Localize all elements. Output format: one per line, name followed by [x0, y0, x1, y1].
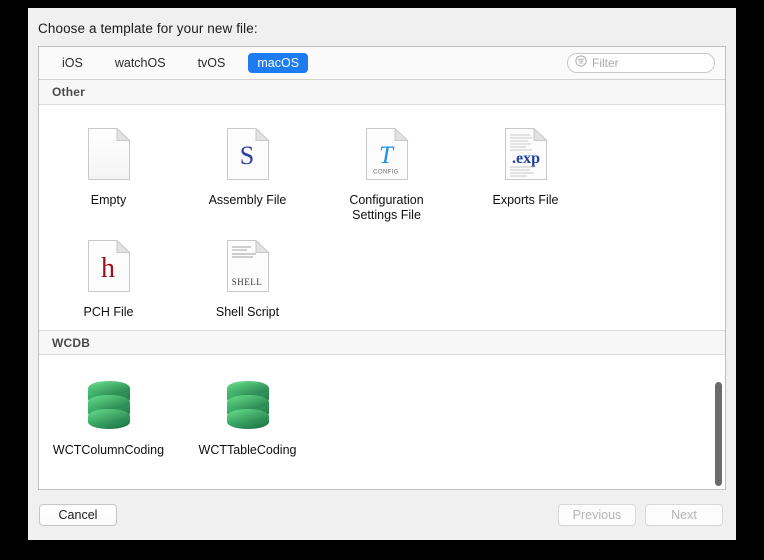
assembly-file-icon: S	[221, 123, 275, 185]
template-browser: iOS watchOS tvOS macOS Filter	[38, 46, 726, 490]
page-title: Choose a template for your new file:	[38, 21, 736, 36]
cancel-button[interactable]: Cancel	[39, 504, 117, 526]
template-item-label: PCH File	[53, 305, 165, 320]
dialog-title-row: Choose a template for your new file:	[28, 8, 736, 46]
template-item-label: Configuration Settings File	[331, 193, 443, 223]
template-grid-other: Empty S Assembly File	[39, 105, 725, 330]
new-file-template-dialog: Choose a template for your new file: iOS…	[28, 8, 736, 540]
database-icon	[82, 373, 136, 435]
section-header-wcdb: WCDB	[39, 330, 725, 355]
template-grid-wcdb: WCTColumnCoding WC	[39, 355, 725, 468]
filter-icon	[575, 54, 587, 72]
svg-text:SHELL: SHELL	[231, 277, 262, 287]
database-icon	[221, 373, 275, 435]
exports-file-icon: .exp	[499, 123, 553, 185]
template-item-label: Exports File	[470, 193, 582, 208]
template-item-empty[interactable]: Empty	[39, 111, 178, 223]
svg-text:.exp: .exp	[512, 150, 540, 167]
scrollbar-thumb[interactable]	[715, 382, 722, 486]
svg-text:h: h	[101, 253, 115, 284]
next-button[interactable]: Next	[645, 504, 723, 526]
template-item-configuration-settings-file[interactable]: T CONFIG Configuration Settings File	[317, 111, 456, 223]
template-item-wcttablecoding[interactable]: WCTTableCoding	[178, 361, 317, 458]
template-item-wctcolumncoding[interactable]: WCTColumnCoding	[39, 361, 178, 458]
tab-macos[interactable]: macOS	[248, 53, 308, 73]
shell-script-icon: SHELL	[221, 235, 275, 297]
template-scroll-area[interactable]: Other	[39, 80, 725, 489]
template-item-label: WCTColumnCoding	[53, 443, 165, 458]
dialog-footer: Cancel Previous Next	[28, 490, 736, 540]
template-item-label: Shell Script	[192, 305, 304, 320]
configuration-settings-file-icon: T CONFIG	[360, 123, 414, 185]
svg-text:T: T	[379, 142, 395, 169]
template-item-label: Assembly File	[192, 193, 304, 208]
vertical-scrollbar[interactable]	[714, 82, 723, 487]
template-item-label: Empty	[53, 193, 165, 208]
empty-file-icon	[82, 123, 136, 185]
tab-watchos[interactable]: watchOS	[106, 53, 175, 73]
previous-button[interactable]: Previous	[558, 504, 636, 526]
pch-file-icon: h	[82, 235, 136, 297]
tab-tvos[interactable]: tvOS	[189, 53, 235, 73]
template-item-pch-file[interactable]: h PCH File	[39, 223, 178, 320]
svg-text:S: S	[239, 141, 253, 170]
template-item-assembly-file[interactable]: S Assembly File	[178, 111, 317, 223]
template-item-label: WCTTableCoding	[192, 443, 304, 458]
filter-placeholder: Filter	[592, 56, 619, 70]
platform-tab-bar: iOS watchOS tvOS macOS Filter	[39, 47, 725, 80]
section-header-other: Other	[39, 80, 725, 105]
section-title: Other	[52, 85, 85, 99]
svg-text:CONFIG: CONFIG	[373, 170, 399, 176]
section-title: WCDB	[52, 336, 90, 350]
filter-field[interactable]: Filter	[567, 53, 715, 73]
template-item-shell-script[interactable]: SHELL Shell Script	[178, 223, 317, 320]
tab-ios[interactable]: iOS	[53, 53, 92, 73]
template-item-exports-file[interactable]: .exp Exports File	[456, 111, 595, 223]
